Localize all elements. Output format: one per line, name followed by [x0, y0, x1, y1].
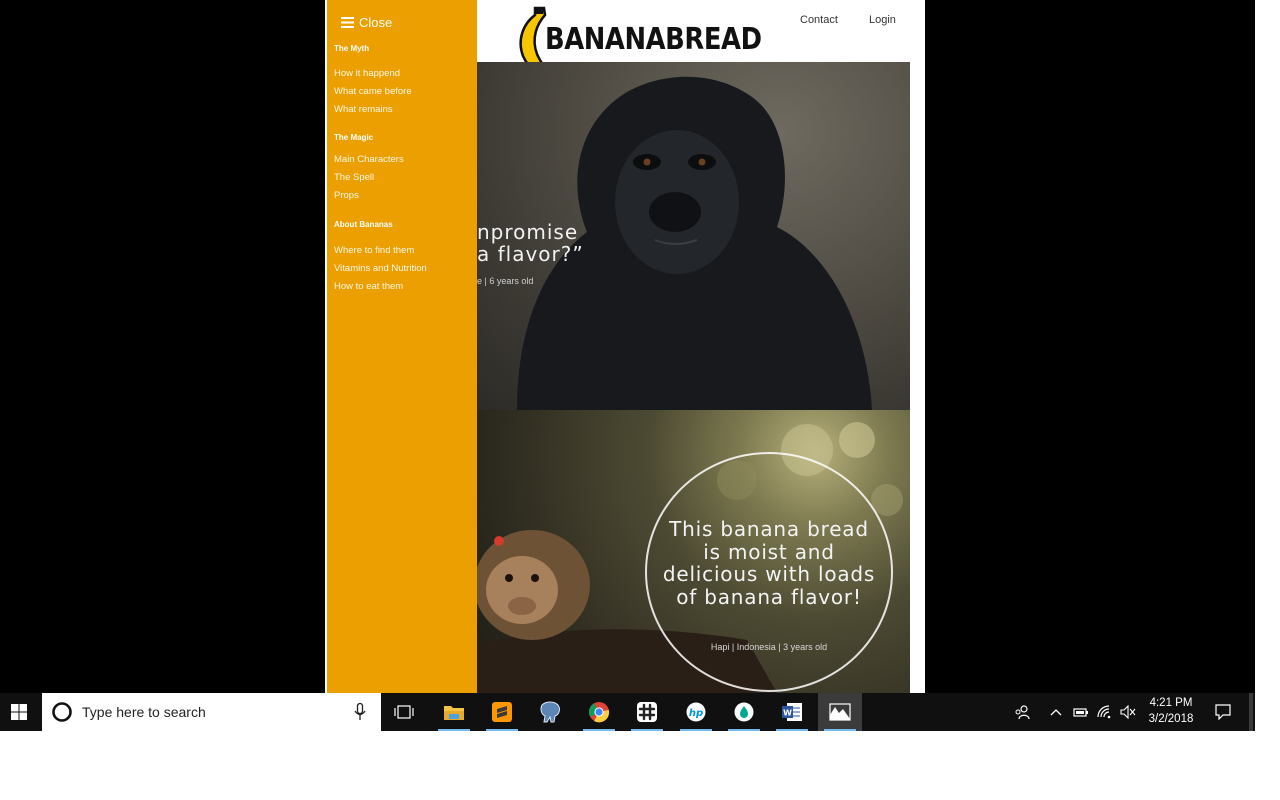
people-icon: [1015, 705, 1030, 720]
slack-icon: [637, 702, 657, 722]
running-indicator: [583, 729, 615, 731]
hero-quote-line-2: a flavor?”: [477, 242, 584, 266]
clock-date: 3/2/2018: [1148, 713, 1194, 725]
running-indicator: [680, 729, 712, 731]
clock-time: 4:21 PM: [1149, 697, 1193, 709]
taskbar-clock[interactable]: 4:21 PM 3/2/2018: [1140, 695, 1202, 729]
hero-quote-author: e | 6 years old: [477, 276, 534, 286]
start-button[interactable]: [0, 693, 38, 731]
cortana-icon: [52, 702, 72, 722]
running-indicator: [776, 729, 808, 731]
menu-heading-magic: The Magic: [334, 133, 374, 142]
file-explorer-icon: [444, 706, 464, 720]
menu-item-how-to-eat-them[interactable]: How to eat them: [334, 281, 403, 292]
battery-icon: [1073, 708, 1088, 717]
hero-quote-text: This banana bread is moist and delicious…: [662, 517, 876, 609]
show-desktop-button[interactable]: [1249, 693, 1253, 731]
drop-app-icon: [734, 702, 754, 722]
close-label: Close: [359, 14, 393, 30]
login-link[interactable]: Login: [869, 14, 896, 26]
brand-logo-text[interactable]: BANANABREAD: [545, 22, 762, 57]
drop-app-button[interactable]: [722, 693, 766, 731]
menu-item-what-came-before[interactable]: What came before: [334, 86, 412, 97]
task-view-button[interactable]: [382, 693, 426, 731]
svg-text:W: W: [783, 709, 792, 718]
hero-quote-line-1: npromise: [477, 220, 579, 244]
show-hidden-icons-button[interactable]: [1046, 693, 1066, 731]
menu-item-the-spell[interactable]: The Spell: [334, 172, 374, 183]
menu-item-main-characters[interactable]: Main Characters: [334, 154, 404, 165]
hero-monkey-image: This banana bread is moist and delicious…: [477, 410, 910, 693]
volume-button[interactable]: [1117, 693, 1139, 731]
running-indicator: [728, 729, 760, 731]
photos-button[interactable]: [818, 693, 862, 731]
close-menu-button[interactable]: Close: [341, 12, 392, 32]
notification-icon: [1215, 704, 1231, 720]
taskbar-search-box[interactable]: Type here to search: [42, 693, 381, 731]
menu-item-what-remains[interactable]: What remains: [334, 104, 393, 115]
file-explorer-button[interactable]: [432, 693, 476, 731]
word-button[interactable]: W: [770, 693, 814, 731]
action-center-button[interactable]: [1210, 693, 1236, 731]
microphone-icon[interactable]: [354, 703, 366, 721]
menu-item-vitamins-and-nutrition[interactable]: Vitamins and Nutrition: [334, 263, 427, 274]
running-indicator: [486, 729, 518, 731]
menu-heading-about-bananas: About Bananas: [334, 220, 393, 229]
side-menu: Close The Myth How it happend What came …: [327, 0, 477, 693]
postgresql-icon: [540, 701, 560, 723]
windows-icon: [11, 704, 27, 720]
search-placeholder: Type here to search: [82, 704, 206, 720]
running-indicator: [438, 729, 470, 731]
menu-item-where-to-find-them[interactable]: Where to find them: [334, 245, 414, 256]
chevron-up-icon: [1050, 709, 1062, 716]
running-indicator: [631, 729, 663, 731]
browser-viewport: BANANABREAD Contact Login npromise a fla…: [325, 0, 925, 693]
hero-gorilla-image: npromise a flavor?” e | 6 years old: [477, 62, 910, 410]
svg-text:hp: hp: [689, 708, 703, 719]
hp-icon: hp: [686, 702, 706, 722]
hero-quote-author-2: Hapi | Indonesia | 3 years old: [710, 642, 828, 652]
contact-link[interactable]: Contact: [800, 14, 838, 26]
volume-muted-icon: [1120, 705, 1136, 719]
postgresql-button[interactable]: [528, 693, 572, 731]
task-view-icon: [394, 705, 414, 719]
running-indicator: [824, 729, 856, 731]
wifi-icon: [1097, 705, 1111, 719]
hp-button[interactable]: hp: [674, 693, 718, 731]
people-button[interactable]: [1010, 693, 1034, 731]
word-icon: W: [782, 703, 802, 721]
battery-button[interactable]: [1070, 693, 1092, 731]
sublime-text-button[interactable]: [480, 693, 524, 731]
menu-heading-myth: The Myth: [334, 44, 370, 53]
sublime-text-icon: [492, 702, 512, 722]
photos-icon: [829, 703, 851, 721]
chrome-icon: [588, 702, 610, 723]
chrome-button[interactable]: [577, 693, 621, 731]
menu-item-how-it-happend[interactable]: How it happend: [334, 68, 400, 79]
menu-item-props[interactable]: Props: [334, 190, 359, 201]
hamburger-icon: [341, 16, 354, 28]
taskbar: Type here to search hp W 4:21 PM 3/2/201…: [0, 693, 1255, 731]
network-button[interactable]: [1094, 693, 1116, 731]
slack-button[interactable]: [625, 693, 669, 731]
